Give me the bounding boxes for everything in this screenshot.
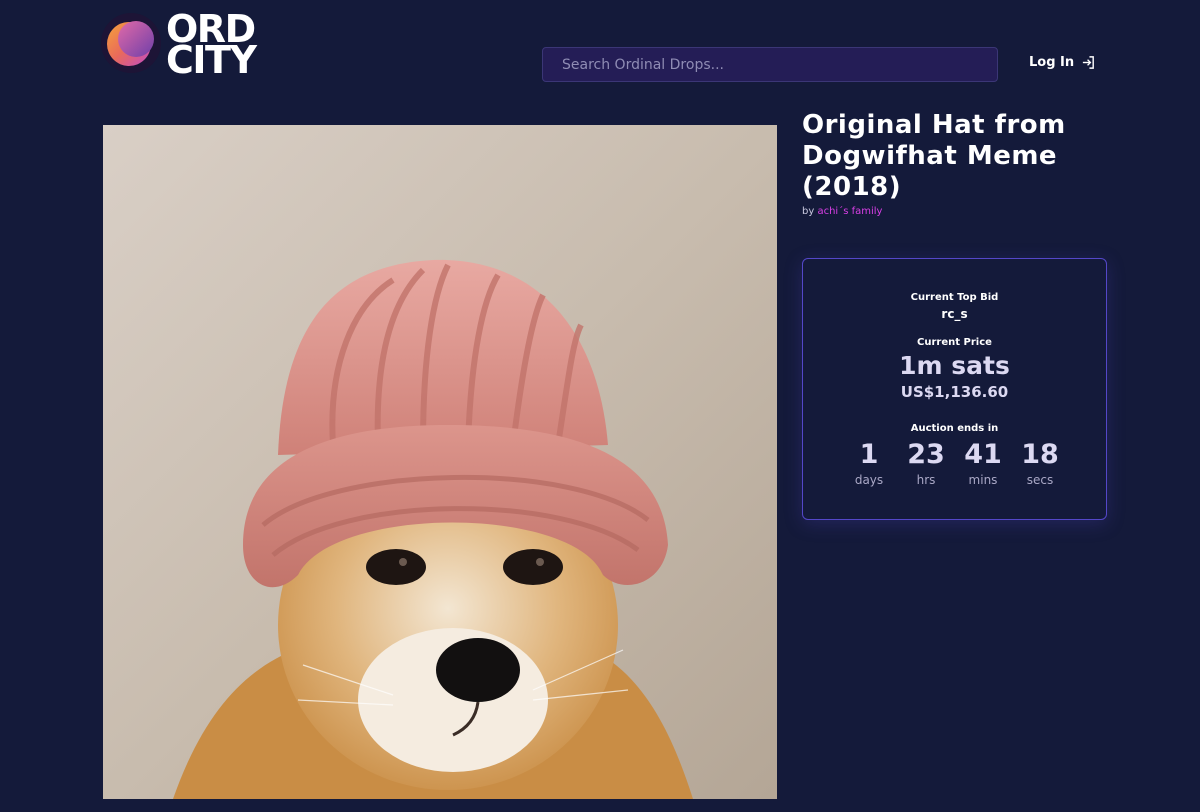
countdown-hours: 23 hrs bbox=[898, 439, 955, 487]
countdown-unit: days bbox=[854, 473, 884, 487]
auction-card: Current Top Bid rc_s Current Price 1m sa… bbox=[802, 258, 1107, 520]
login-label: Log In bbox=[1029, 55, 1075, 70]
current-price-label: Current Price bbox=[917, 337, 992, 348]
login-button[interactable]: Log In bbox=[1029, 55, 1096, 70]
byline-prefix: by bbox=[802, 206, 815, 217]
auction-ends-label: Auction ends in bbox=[910, 423, 999, 434]
current-price-sats: 1m sats bbox=[899, 351, 1010, 380]
countdown-unit: mins bbox=[968, 473, 998, 487]
countdown-value: 1 bbox=[859, 439, 879, 470]
dog-with-hat-illustration bbox=[103, 125, 777, 799]
countdown-timer: 1 days 23 hrs 41 mins 18 secs bbox=[803, 439, 1106, 487]
sign-in-icon bbox=[1083, 56, 1095, 69]
current-price-usd: US$1,136.60 bbox=[900, 383, 1009, 401]
item-title: Original Hat from Dogwifhat Meme (2018) bbox=[802, 110, 1066, 202]
top-bid-label: Current Top Bid bbox=[910, 292, 999, 303]
countdown-days: 1 days bbox=[841, 439, 898, 487]
countdown-value: 41 bbox=[964, 439, 1002, 470]
logo-wordmark: ORD CITY bbox=[166, 10, 257, 82]
countdown-value: 23 bbox=[907, 439, 945, 470]
search-input[interactable] bbox=[542, 47, 998, 82]
countdown-unit: hrs bbox=[916, 473, 936, 487]
countdown-seconds: 18 secs bbox=[1012, 439, 1069, 487]
countdown-value: 18 bbox=[1021, 439, 1059, 470]
ordcity-logo[interactable]: ORD CITY bbox=[100, 10, 270, 82]
page: ORD CITY Log In bbox=[0, 0, 1200, 812]
countdown-minutes: 41 mins bbox=[955, 439, 1012, 487]
countdown-unit: secs bbox=[1026, 473, 1054, 487]
logo-word-city: CITY bbox=[166, 38, 257, 82]
creator-byline: by achi´s family bbox=[802, 206, 882, 217]
creator-link[interactable]: achi´s family bbox=[817, 206, 882, 217]
crescent-moon-logo-icon bbox=[101, 13, 161, 73]
top-bidder-name: rc_s bbox=[941, 307, 968, 321]
artwork-image bbox=[103, 125, 777, 799]
